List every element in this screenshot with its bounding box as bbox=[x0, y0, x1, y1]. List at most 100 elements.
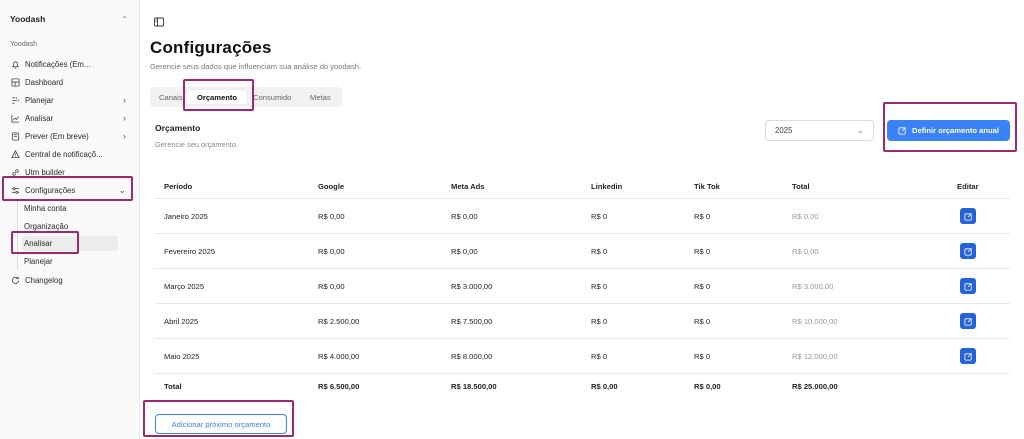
cell-google: R$ 0,00 bbox=[318, 246, 345, 256]
sidebar-item-notificacoes[interactable]: Notificações (Em... bbox=[6, 56, 134, 72]
sidebar-item-configuracoes[interactable]: Configurações ⌄ bbox=[6, 182, 134, 198]
workspace-switcher[interactable]: Yoodash ⌃ bbox=[10, 12, 128, 26]
cell-google: R$ 0,00 bbox=[318, 281, 345, 291]
page-title: Configurações bbox=[150, 38, 272, 57]
table-row: Março 2025 R$ 0,00 R$ 3.000,00 R$ 0 R$ 0… bbox=[155, 269, 1010, 304]
table-row: Abril 2025 R$ 2.500,00 R$ 7.500,00 R$ 0 … bbox=[155, 304, 1010, 339]
cell-tiktok: R$ 0 bbox=[694, 351, 711, 361]
edit-row-button[interactable] bbox=[960, 199, 976, 233]
sidebar-toggle-icon[interactable] bbox=[154, 17, 164, 27]
cell-linkedin: R$ 0 bbox=[591, 246, 608, 256]
cell-total: R$ 12.000,00 bbox=[792, 351, 838, 361]
header-linkedin: Linkedin bbox=[591, 182, 623, 191]
chevron-down-icon: ⌄ bbox=[118, 184, 126, 195]
edit-row-button[interactable] bbox=[960, 269, 976, 303]
edit-icon bbox=[960, 278, 976, 294]
cell-linkedin: R$ 0 bbox=[591, 351, 608, 361]
sidebar-item-label: Planejar bbox=[25, 95, 54, 105]
table-row: Maio 2025 R$ 4.000,00 R$ 8.000,00 R$ 0 R… bbox=[155, 339, 1010, 374]
sidebar-item-label: Utm builder bbox=[25, 167, 65, 177]
sidebar-item-planejar[interactable]: Planejar › bbox=[6, 92, 134, 108]
total-linkedin: R$ 0,00 bbox=[591, 381, 618, 391]
card-title: Orçamento bbox=[155, 123, 201, 133]
total-tiktok: R$ 0,00 bbox=[694, 381, 721, 391]
sidebar-item-dashboard[interactable]: Dashboard bbox=[6, 74, 134, 90]
cell-google: R$ 2.500,00 bbox=[318, 316, 360, 326]
cell-periodo: Março 2025 bbox=[164, 281, 205, 291]
year-select-value: 2025 bbox=[775, 126, 793, 135]
total-total: R$ 25.000,00 bbox=[792, 381, 838, 391]
cell-tiktok: R$ 0 bbox=[694, 211, 711, 221]
sub-item-minha-conta[interactable]: Minha conta bbox=[24, 201, 118, 216]
cell-linkedin: R$ 0 bbox=[591, 316, 608, 326]
edit-icon bbox=[898, 126, 907, 135]
chart-icon bbox=[10, 113, 20, 123]
sidebar-item-prever[interactable]: Prever (Em breve) › bbox=[6, 128, 134, 144]
chevron-right-icon: › bbox=[123, 113, 126, 123]
tab-canais[interactable]: Canais bbox=[159, 90, 183, 104]
workspace-name: Yoodash bbox=[10, 14, 46, 24]
table-total-row: Total R$ 6.500,00 R$ 18.500,00 R$ 0,00 R… bbox=[155, 374, 1010, 398]
cell-google: R$ 4.000,00 bbox=[318, 351, 360, 361]
alert-icon bbox=[10, 149, 20, 159]
chevron-up-down-icon: ⌃ bbox=[121, 14, 128, 24]
cell-periodo: Janeiro 2025 bbox=[164, 211, 208, 221]
tab-orcamento[interactable]: Orçamento bbox=[187, 90, 247, 104]
chevron-right-icon: › bbox=[123, 131, 126, 141]
cell-periodo: Abril 2025 bbox=[164, 316, 199, 326]
add-next-budget-button[interactable]: Adicionar próximo orçamento bbox=[155, 414, 287, 434]
cell-tiktok: R$ 0 bbox=[694, 316, 711, 326]
cell-linkedin: R$ 0 bbox=[591, 211, 608, 221]
sidebar-item-label: Changelog bbox=[25, 275, 63, 285]
cell-periodo: Maio 2025 bbox=[164, 351, 200, 361]
forecast-icon bbox=[10, 131, 20, 141]
header-meta-ads: Meta Ads bbox=[451, 182, 485, 191]
cell-meta-ads: R$ 8.000,00 bbox=[451, 351, 493, 361]
tabs-bar: Canais Orçamento Consumido Metas bbox=[150, 87, 342, 107]
year-select[interactable]: 2025 ⌄ bbox=[765, 120, 874, 141]
sidebar-item-label: Central de notificaçõ... bbox=[25, 149, 103, 159]
header-tiktok: Tik Tok bbox=[694, 182, 720, 191]
sidebar: Yoodash ⌃ Yoodash Notificações (Em... Da… bbox=[0, 0, 140, 439]
edit-icon bbox=[960, 348, 976, 364]
sub-item-planejar[interactable]: Planejar bbox=[24, 254, 118, 269]
cell-total: R$ 10.000,00 bbox=[792, 316, 838, 326]
sub-item-organizacao[interactable]: Organização bbox=[24, 219, 118, 234]
sidebar-item-utm-builder[interactable]: Utm builder bbox=[6, 164, 134, 180]
cell-tiktok: R$ 0 bbox=[694, 281, 711, 291]
refresh-icon bbox=[10, 275, 20, 285]
cell-meta-ads: R$ 0,00 bbox=[451, 211, 478, 221]
table-row: Janeiro 2025 R$ 0,00 R$ 0,00 R$ 0 R$ 0 R… bbox=[155, 199, 1010, 234]
tab-metas[interactable]: Metas bbox=[310, 90, 331, 104]
sidebar-item-changelog[interactable]: Changelog bbox=[6, 272, 134, 288]
plan-icon bbox=[10, 95, 20, 105]
cell-periodo: Fevereiro 2025 bbox=[164, 246, 216, 256]
cell-total: R$ 0,00 bbox=[792, 211, 819, 221]
header-periodo: Período bbox=[164, 182, 193, 191]
header-editar: Editar bbox=[957, 182, 979, 191]
cell-tiktok: R$ 0 bbox=[694, 246, 711, 256]
header-total: Total bbox=[792, 182, 810, 191]
sidebar-item-analisar[interactable]: Analisar › bbox=[6, 110, 134, 126]
edit-row-button[interactable] bbox=[960, 234, 976, 268]
card-subtitle: Gerencie seu orçamento. bbox=[155, 140, 238, 149]
cell-total: R$ 3.000,00 bbox=[792, 281, 834, 291]
cell-meta-ads: R$ 0,00 bbox=[451, 246, 478, 256]
define-annual-budget-label: Definir orçamento anual bbox=[912, 126, 999, 135]
cell-total: R$ 0,00 bbox=[792, 246, 819, 256]
sub-item-analisar[interactable]: Analisar bbox=[22, 236, 118, 251]
sidebar-item-label: Prever (Em breve) bbox=[25, 131, 89, 141]
cell-google: R$ 0,00 bbox=[318, 211, 345, 221]
edit-row-button[interactable] bbox=[960, 304, 976, 338]
define-annual-budget-button[interactable]: Definir orçamento anual bbox=[887, 120, 1010, 141]
edit-icon bbox=[960, 313, 976, 329]
link-icon bbox=[10, 167, 20, 177]
sidebar-item-central-notificacoes[interactable]: Central de notificaçõ... bbox=[6, 146, 134, 162]
sliders-icon bbox=[10, 185, 20, 195]
page-subtitle: Gerencie seus dados que influenciam sua … bbox=[150, 62, 362, 71]
edit-row-button[interactable] bbox=[960, 339, 976, 373]
tab-consumido[interactable]: Consumido bbox=[253, 90, 291, 104]
edit-icon bbox=[960, 243, 976, 259]
sidebar-item-label: Analisar bbox=[25, 113, 54, 123]
cell-meta-ads: R$ 7.500,00 bbox=[451, 316, 493, 326]
